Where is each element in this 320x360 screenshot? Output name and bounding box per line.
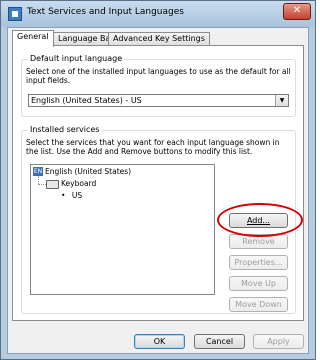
bullet-icon: • — [61, 191, 66, 200]
default-language-description: Select one of the installed input langua… — [26, 67, 291, 85]
language-badge: EN — [33, 167, 43, 176]
installed-services-legend: Installed services — [28, 125, 102, 134]
dialog-window: Text Services and Input Languages ✕ Gene… — [0, 0, 316, 360]
tree-connector — [38, 184, 46, 185]
keyboard-icon — [46, 180, 59, 189]
services-tree[interactable]: EN English (United States) Keyboard • US — [30, 164, 215, 295]
apply-button[interactable]: Apply — [253, 334, 304, 349]
window-title: Text Services and Input Languages — [27, 7, 184, 17]
default-language-group: Default input language Select one of the… — [21, 54, 296, 117]
chevron-down-icon[interactable]: ▼ — [275, 95, 288, 106]
tree-item-keyboard[interactable]: Keyboard — [46, 179, 96, 189]
move-up-button[interactable]: Move Up — [229, 276, 288, 291]
default-language-select[interactable]: English (United States) - US ▼ — [28, 94, 289, 107]
tree-item-language[interactable]: EN English (United States) — [33, 167, 131, 176]
remove-button[interactable]: Remove — [229, 234, 288, 249]
cancel-button[interactable]: Cancel — [194, 334, 245, 349]
installed-services-group: Installed services Select the services t… — [21, 125, 303, 314]
add-button-label: Add... — [246, 216, 271, 225]
ok-button[interactable]: OK — [134, 334, 185, 349]
title-bar[interactable]: Text Services and Input Languages ✕ — [1, 1, 315, 27]
properties-button[interactable]: Properties... — [229, 255, 288, 270]
default-language-value: English (United States) - US — [31, 96, 142, 105]
tab-advanced-key-settings[interactable]: Advanced Key Settings — [108, 32, 210, 46]
dialog-client-area: General Language Bar Advanced Key Settin… — [7, 27, 309, 354]
tree-keyboard-label: Keyboard — [61, 179, 97, 188]
tab-general[interactable]: General — [12, 30, 54, 47]
tree-connector — [38, 176, 39, 184]
installed-services-description: Select the services that you want for ea… — [26, 138, 280, 156]
tree-us-label: US — [71, 191, 83, 200]
close-button[interactable]: ✕ — [283, 3, 311, 20]
app-icon — [8, 7, 22, 21]
tree-item-us[interactable]: • US — [61, 191, 82, 200]
default-language-legend: Default input language — [28, 54, 125, 63]
add-button[interactable]: Add... — [229, 213, 288, 228]
move-down-button[interactable]: Move Down — [229, 297, 288, 312]
general-tab-panel: Default input language Select one of the… — [12, 45, 304, 321]
tree-language-label: English (United States) — [45, 167, 132, 176]
